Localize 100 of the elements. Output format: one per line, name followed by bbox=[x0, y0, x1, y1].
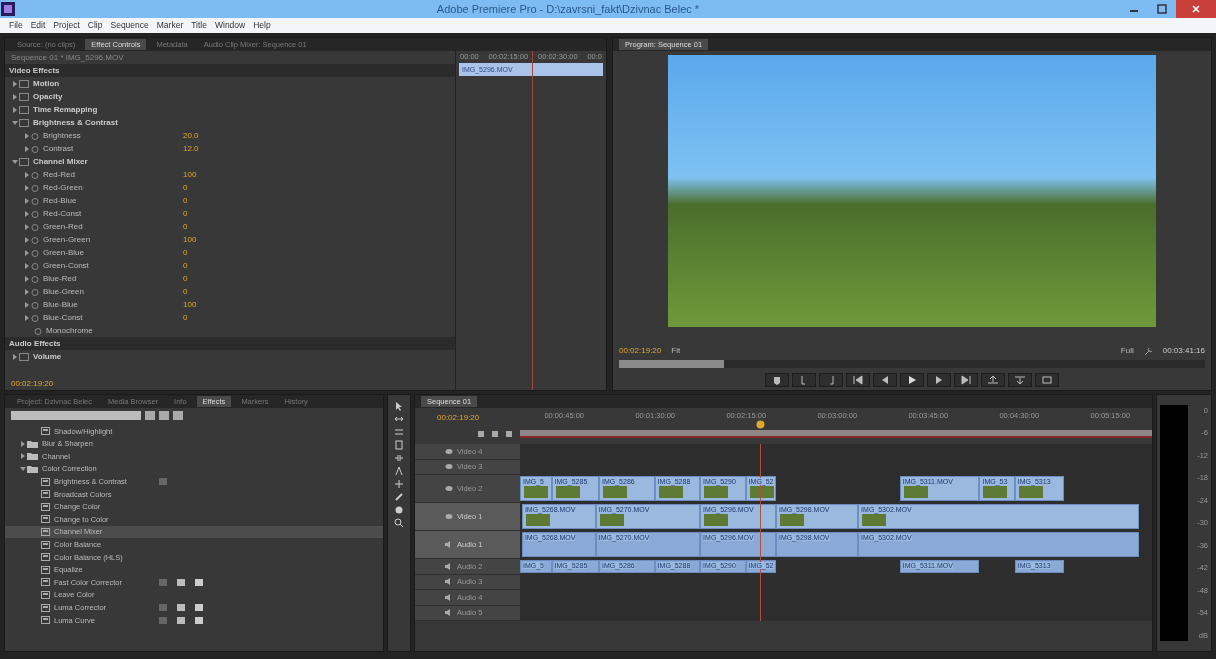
timecode[interactable]: 00:02:19:20 bbox=[11, 377, 54, 390]
extract-button[interactable] bbox=[1008, 373, 1032, 387]
section-header: Video Effects bbox=[5, 64, 455, 77]
thumbnail-placeholder bbox=[779, 514, 804, 526]
playhead-icon[interactable] bbox=[756, 420, 766, 429]
tool-icon[interactable] bbox=[394, 401, 404, 411]
effect-icon bbox=[41, 616, 50, 625]
disclosure-triangle-icon[interactable] bbox=[11, 92, 19, 101]
mark-in-button[interactable] bbox=[792, 373, 816, 387]
step-back-button[interactable] bbox=[873, 373, 897, 387]
effect-icon bbox=[41, 490, 50, 499]
timecode[interactable]: 00:02:19:20 bbox=[437, 413, 480, 422]
menu-item[interactable]: Edit bbox=[27, 19, 49, 32]
thumbnail-placeholder bbox=[525, 514, 550, 526]
effect-icon bbox=[41, 578, 50, 587]
disclosure-triangle-icon[interactable] bbox=[11, 105, 19, 114]
effect-icon bbox=[41, 427, 50, 436]
parameter-value[interactable]: 0 bbox=[183, 220, 188, 233]
thumbnail-placeholder bbox=[524, 486, 548, 498]
parameter-value[interactable]: 0 bbox=[183, 311, 188, 324]
menu-item[interactable]: Title bbox=[188, 19, 210, 32]
tool-icon[interactable] bbox=[394, 466, 404, 476]
tool-icon[interactable] bbox=[394, 479, 404, 489]
tool-icon[interactable] bbox=[394, 427, 404, 437]
go-out-button[interactable] bbox=[954, 373, 978, 387]
section-header: Audio Effects bbox=[5, 337, 455, 350]
menu-item[interactable]: Window bbox=[212, 19, 249, 32]
go-out-icon bbox=[960, 375, 972, 385]
eye-icon[interactable] bbox=[445, 513, 453, 520]
parameter-name: Red-Red bbox=[43, 168, 76, 181]
parameter-value[interactable]: 100 bbox=[183, 168, 197, 181]
eye-icon[interactable] bbox=[445, 485, 453, 492]
tool-icon[interactable] bbox=[394, 453, 404, 463]
quality-dropdown[interactable]: Full bbox=[1120, 345, 1134, 357]
effect-name: Opacity bbox=[33, 90, 64, 103]
tool-icon[interactable] bbox=[394, 440, 404, 450]
parameter-value[interactable]: 0 bbox=[183, 285, 188, 298]
extract-icon bbox=[1014, 375, 1026, 385]
disclosure-triangle-icon[interactable] bbox=[19, 439, 27, 448]
menu-item[interactable]: Clip bbox=[84, 19, 106, 32]
disclosure-triangle-icon[interactable] bbox=[11, 79, 19, 88]
effect-icon bbox=[41, 603, 50, 612]
effect-icon bbox=[41, 565, 50, 574]
disclosure-triangle-icon[interactable] bbox=[11, 352, 19, 361]
disclosure-triangle-icon[interactable] bbox=[11, 118, 19, 127]
parameter-value[interactable]: 12.0 bbox=[183, 142, 199, 155]
parameter-value[interactable]: 100 bbox=[183, 233, 197, 246]
disclosure-triangle-icon[interactable] bbox=[19, 452, 27, 461]
effect-name: Time Remapping bbox=[33, 103, 99, 116]
parameter-value[interactable]: 0 bbox=[183, 246, 188, 259]
parameter-value[interactable]: 0 bbox=[183, 259, 188, 272]
parameter-name: Green-Const bbox=[43, 259, 90, 272]
parameter-value[interactable]: 0 bbox=[183, 181, 188, 194]
parameter-name: Green-Blue bbox=[43, 246, 85, 259]
menu-item[interactable]: Marker bbox=[153, 19, 187, 32]
effect-icon bbox=[41, 515, 50, 524]
effect-name: Motion bbox=[33, 77, 61, 90]
window-title: Adobe Premiere Pro - D:\zavrsni_fakt\Dzivnac Belec * bbox=[435, 1, 701, 17]
search-field[interactable] bbox=[11, 411, 141, 420]
thumbnail-placeholder bbox=[603, 486, 627, 498]
menu-item[interactable]: Project bbox=[50, 19, 83, 32]
go-in-icon bbox=[852, 375, 864, 385]
speaker-icon[interactable] bbox=[445, 541, 453, 548]
thumbnail-placeholder bbox=[1018, 486, 1043, 498]
effect-icon bbox=[41, 477, 50, 486]
marker-button[interactable] bbox=[765, 373, 789, 387]
close-icon bbox=[1191, 4, 1201, 14]
menu-item[interactable]: File bbox=[6, 19, 26, 32]
parameter-name: Contrast bbox=[43, 142, 75, 155]
folder-icon bbox=[27, 439, 38, 448]
parameter-name: Red-Green bbox=[43, 181, 84, 194]
disclosure-triangle-icon[interactable] bbox=[11, 157, 19, 166]
parameter-value[interactable]: 100 bbox=[183, 298, 197, 311]
thumbnail-placeholder bbox=[555, 486, 580, 498]
mark-out-button[interactable] bbox=[819, 373, 843, 387]
parameter-name: Red-Const bbox=[43, 207, 83, 220]
timecode[interactable]: 00:02:19:20 bbox=[619, 345, 662, 357]
tool-icon[interactable] bbox=[394, 414, 404, 424]
parameter-value[interactable]: 0 bbox=[183, 194, 188, 207]
parameter-value[interactable]: 0 bbox=[183, 272, 188, 285]
thumbnail-placeholder bbox=[599, 514, 624, 526]
close-button[interactable] bbox=[1176, 0, 1216, 18]
folder-icon bbox=[27, 452, 38, 461]
lift-button[interactable] bbox=[981, 373, 1005, 387]
lift-icon bbox=[987, 375, 999, 385]
thumbnail-placeholder bbox=[704, 514, 729, 526]
zoom-dropdown[interactable]: Fit bbox=[671, 345, 681, 357]
parameter-name: Blue-Green bbox=[43, 285, 85, 298]
export-button[interactable] bbox=[1035, 373, 1059, 387]
parameter-value[interactable]: 20.0 bbox=[183, 129, 199, 142]
menu-item[interactable]: Sequence bbox=[107, 19, 152, 32]
menu-item[interactable]: Help bbox=[250, 19, 274, 32]
tool-icon[interactable] bbox=[394, 518, 404, 528]
play-button[interactable] bbox=[900, 373, 924, 387]
thumbnail-placeholder bbox=[749, 486, 774, 498]
effect-icon bbox=[41, 540, 50, 549]
parameter-value[interactable]: 0 bbox=[183, 207, 188, 220]
thumbnail-placeholder bbox=[983, 486, 1008, 498]
go-in-button[interactable] bbox=[846, 373, 870, 387]
step-forward-button[interactable] bbox=[927, 373, 951, 387]
